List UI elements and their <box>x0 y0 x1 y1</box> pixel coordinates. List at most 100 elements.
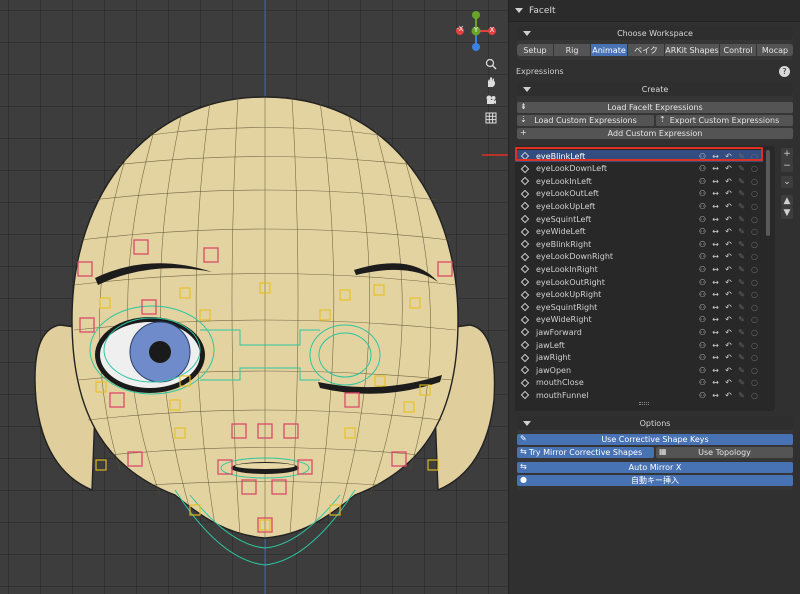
mirror-icon[interactable]: ↔ <box>711 164 720 173</box>
reset-icon[interactable]: ↶ <box>724 240 733 249</box>
rig-icon[interactable]: ⚇ <box>698 391 707 400</box>
list-item[interactable]: jawLeft ⚇ ↔ ↶ ✎ ○ <box>515 339 763 351</box>
mirror-icon[interactable]: ↔ <box>711 265 720 274</box>
mirror-icon[interactable]: ↔ <box>711 378 720 387</box>
mirror-icon[interactable]: ↔ <box>711 366 720 375</box>
list-item[interactable]: eyeBlinkRight ⚇ ↔ ↶ ✎ ○ <box>515 238 763 250</box>
create-header[interactable]: Create <box>517 82 793 96</box>
list-item[interactable]: eyeLookInRight ⚇ ↔ ↶ ✎ ○ <box>515 263 763 275</box>
list-item[interactable]: eyeLookDownRight ⚇ ↔ ↶ ✎ ○ <box>515 251 763 263</box>
zoom-icon[interactable] <box>483 56 499 72</box>
rig-icon[interactable]: ⚇ <box>698 315 707 324</box>
mirror-icon[interactable]: ↔ <box>711 240 720 249</box>
mirror-icon[interactable]: ↔ <box>711 303 720 312</box>
reset-icon[interactable]: ↶ <box>724 215 733 224</box>
list-item[interactable]: eyeLookInLeft ⚇ ↔ ↶ ✎ ○ <box>515 175 763 187</box>
rig-icon[interactable]: ⚇ <box>698 240 707 249</box>
rig-icon[interactable]: ⚇ <box>698 177 707 186</box>
list-scrollbar[interactable] <box>766 150 770 236</box>
load-faceit-expressions-button[interactable]: ⇟ Load FaceIt Expressions <box>517 102 793 113</box>
collapse-triangle-icon[interactable] <box>523 30 531 36</box>
list-item[interactable]: jawRight ⚇ ↔ ↶ ✎ ○ <box>515 352 763 364</box>
hand-pan-icon[interactable] <box>483 74 499 90</box>
use-corrective-shape-keys-toggle[interactable]: ✎ Use Corrective Shape Keys <box>517 434 793 445</box>
mirror-icon[interactable]: ↔ <box>711 202 720 211</box>
list-item[interactable]: mouthFunnel ⚇ ↔ ↶ ✎ ○ <box>515 389 763 401</box>
workspace-header[interactable]: Choose Workspace <box>517 26 793 40</box>
mirror-icon[interactable]: ↔ <box>711 290 720 299</box>
rig-icon[interactable]: ⚇ <box>698 353 707 362</box>
edit-icon[interactable]: ✎ <box>737 290 746 299</box>
collapse-triangle-icon[interactable] <box>515 8 523 13</box>
dot-icon[interactable]: ○ <box>750 366 759 375</box>
use-topology-toggle[interactable]: ▦ Use Topology <box>656 447 793 458</box>
options-header[interactable]: Options <box>517 416 793 430</box>
reset-icon[interactable]: ↶ <box>724 353 733 362</box>
mirror-icon[interactable]: ↔ <box>711 278 720 287</box>
mirror-icon[interactable]: ↔ <box>711 227 720 236</box>
reset-icon[interactable]: ↶ <box>724 177 733 186</box>
list-item[interactable]: eyeLookOutRight ⚇ ↔ ↶ ✎ ○ <box>515 276 763 288</box>
try-mirror-corrective-toggle[interactable]: ⇆ Try Mirror Corrective Shapes <box>517 447 654 458</box>
dot-icon[interactable]: ○ <box>750 227 759 236</box>
grid-icon[interactable] <box>483 110 499 126</box>
mirror-icon[interactable]: ↔ <box>711 189 720 198</box>
dot-icon[interactable]: ○ <box>750 378 759 387</box>
list-item[interactable]: eyeLookUpRight ⚇ ↔ ↶ ✎ ○ <box>515 289 763 301</box>
collapse-triangle-icon[interactable] <box>523 86 531 92</box>
chevron-down-icon[interactable]: ⌄ <box>781 176 793 188</box>
edit-icon[interactable]: ✎ <box>737 341 746 350</box>
edit-icon[interactable]: ✎ <box>737 366 746 375</box>
reset-icon[interactable]: ↶ <box>724 378 733 387</box>
reset-icon[interactable]: ↶ <box>724 278 733 287</box>
mirror-icon[interactable]: ↔ <box>711 328 720 337</box>
rig-icon[interactable]: ⚇ <box>698 290 707 299</box>
dot-icon[interactable]: ○ <box>750 177 759 186</box>
tab-mocap[interactable]: Mocap <box>757 44 793 56</box>
dot-icon[interactable]: ○ <box>750 215 759 224</box>
help-icon[interactable]: ? <box>779 66 790 77</box>
mirror-icon[interactable]: ↔ <box>711 341 720 350</box>
rig-icon[interactable]: ⚇ <box>698 366 707 375</box>
list-item[interactable]: jawForward ⚇ ↔ ↶ ✎ ○ <box>515 326 763 338</box>
add-custom-expression-button[interactable]: + Add Custom Expression <box>517 128 793 139</box>
rig-icon[interactable]: ⚇ <box>698 252 707 261</box>
dot-icon[interactable]: ○ <box>750 353 759 362</box>
dot-icon[interactable]: ○ <box>750 265 759 274</box>
dot-icon[interactable]: ○ <box>750 328 759 337</box>
add-expression-button[interactable]: + <box>781 148 793 160</box>
mirror-icon[interactable]: ↔ <box>711 315 720 324</box>
list-item[interactable]: eyeLookDownLeft ⚇ ↔ ↶ ✎ ○ <box>515 163 763 175</box>
dot-icon[interactable]: ○ <box>750 189 759 198</box>
mirror-icon[interactable]: ↔ <box>711 353 720 362</box>
list-item[interactable]: jawOpen ⚇ ↔ ↶ ✎ ○ <box>515 364 763 376</box>
rig-icon[interactable]: ⚇ <box>698 341 707 350</box>
reset-icon[interactable]: ↶ <box>724 252 733 261</box>
edit-icon[interactable]: ✎ <box>737 391 746 400</box>
tab-animate[interactable]: Animate <box>591 44 627 56</box>
rig-icon[interactable]: ⚇ <box>698 189 707 198</box>
camera-icon[interactable] <box>483 92 499 108</box>
reset-icon[interactable]: ↶ <box>724 315 733 324</box>
reset-icon[interactable]: ↶ <box>724 366 733 375</box>
collapse-triangle-icon[interactable] <box>523 420 531 426</box>
rig-icon[interactable]: ⚇ <box>698 227 707 236</box>
rig-icon[interactable]: ⚇ <box>698 215 707 224</box>
list-item[interactable]: eyeSquintLeft ⚇ ↔ ↶ ✎ ○ <box>515 213 763 225</box>
edit-icon[interactable]: ✎ <box>737 278 746 287</box>
reset-icon[interactable]: ↶ <box>724 328 733 337</box>
dot-icon[interactable]: ○ <box>750 252 759 261</box>
dot-icon[interactable]: ○ <box>750 303 759 312</box>
reset-icon[interactable]: ↶ <box>724 341 733 350</box>
remove-expression-button[interactable]: − <box>781 160 793 172</box>
edit-icon[interactable]: ✎ <box>737 265 746 274</box>
mirror-icon[interactable]: ↔ <box>711 252 720 261</box>
auto-mirror-x-toggle[interactable]: ⇆ Auto Mirror X <box>517 462 793 473</box>
export-custom-expressions-button[interactable]: ⇡ Export Custom Expressions <box>656 115 793 126</box>
3d-viewport[interactable]: -X Y X <box>0 0 508 594</box>
list-item[interactable]: eyeWideRight ⚇ ↔ ↶ ✎ ○ <box>515 314 763 326</box>
dot-icon[interactable]: ○ <box>750 290 759 299</box>
dot-icon[interactable]: ○ <box>750 278 759 287</box>
reset-icon[interactable]: ↶ <box>724 202 733 211</box>
edit-icon[interactable]: ✎ <box>737 315 746 324</box>
